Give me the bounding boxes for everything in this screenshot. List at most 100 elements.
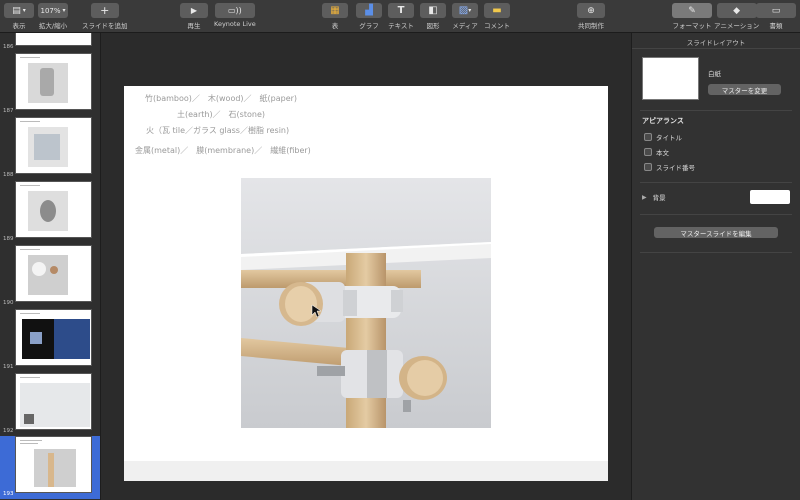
keynote-live-control[interactable]: ▭)) Keynote Live <box>214 3 256 28</box>
chart-button[interactable]: ▟ <box>356 3 382 18</box>
text-button[interactable]: T <box>388 3 414 18</box>
zoom-label: 拡大/縮小 <box>38 22 68 30</box>
media-label: メディア <box>452 22 478 30</box>
slide-thumb-189[interactable]: 189 <box>0 181 100 244</box>
slide-number: 193 <box>3 491 14 497</box>
shape-button[interactable]: ◧ <box>420 3 446 18</box>
slide-thumb-192[interactable]: 192 <box>0 373 100 436</box>
checkbox-box[interactable] <box>644 148 652 156</box>
body-checkbox[interactable]: 本文 <box>644 147 669 157</box>
background-label: 背景 <box>652 194 666 202</box>
slide-thumbnail <box>15 309 92 366</box>
chart-icon: ▟ <box>365 5 373 16</box>
play-button[interactable]: ▶ <box>180 3 208 18</box>
slide-thumbnail <box>15 436 92 493</box>
slide-thumb-188[interactable]: 188 <box>0 117 100 180</box>
slide-thumb-186[interactable]: 186 <box>0 33 100 52</box>
document-button[interactable]: ▭ <box>756 3 796 18</box>
collaborate-control[interactable]: ⊕ 共同制作 <box>577 3 605 30</box>
format-button[interactable]: ✎ <box>672 3 712 18</box>
slide-number: 189 <box>3 236 14 242</box>
slide-thumbnail <box>15 245 92 302</box>
edit-master-slide-button[interactable]: マスタースライドを編集 <box>654 227 778 238</box>
toolbar: ▤ ▾ 表示 107% ▾ 拡大/縮小 + スライドを追加 ▶ 再生 ▭)) Key… <box>0 0 800 33</box>
chevron-down-icon: ▾ <box>468 7 472 14</box>
media-control[interactable]: ▨ ▾ メディア <box>452 3 478 30</box>
slide-thumbnail <box>15 117 92 174</box>
slide-footer-band <box>124 461 608 481</box>
animate-button[interactable]: ◆ <box>716 3 757 18</box>
slide-text-line-3[interactable]: 火（瓦 tile／ガラス glass／樹脂 resin) <box>146 125 289 136</box>
shape-label: 図形 <box>426 22 440 30</box>
comment-button[interactable]: ▬ <box>484 3 510 18</box>
media-button[interactable]: ▨ ▾ <box>452 3 478 18</box>
appearance-title: アピアランス <box>642 117 684 125</box>
inspector-title: スライドレイアウト <box>686 39 746 47</box>
animate-label: アニメーション <box>714 22 760 30</box>
background-disclosure[interactable]: ▶ 背景 <box>642 192 666 203</box>
comment-control[interactable]: ▬ コメント <box>484 3 510 30</box>
chart-control[interactable]: ▟ グラフ <box>356 3 382 30</box>
slide-canvas[interactable]: 竹(bamboo)／ 木(wood)／ 紙(paper) 土(earth)／ 石… <box>101 33 631 500</box>
slide-navigator: 186 187 188 189 190 191 192 193 <box>0 33 101 500</box>
keynote-live-icon: ▭)) <box>227 6 242 15</box>
chart-label: グラフ <box>359 22 379 30</box>
slide-text-line-2[interactable]: 土(earth)／ 石(stone) <box>177 109 265 120</box>
divider <box>640 214 792 215</box>
shape-icon: ◧ <box>428 5 438 16</box>
view-control[interactable]: ▤ ▾ 表示 <box>4 3 34 30</box>
joint-photo[interactable] <box>241 178 491 428</box>
add-slide-control[interactable]: + スライドを追加 <box>82 3 128 30</box>
zoom-select[interactable]: 107% ▾ <box>38 3 68 18</box>
slide-thumb-191[interactable]: 191 <box>0 309 100 372</box>
table-control[interactable]: ▦ 表 <box>322 3 348 30</box>
text-control[interactable]: T テキスト <box>388 3 414 30</box>
checkbox-box[interactable] <box>644 133 652 141</box>
chevron-down-icon: ▾ <box>62 7 66 14</box>
table-icon: ▦ <box>330 5 340 16</box>
slide-thumb-187[interactable]: 187 <box>0 53 100 116</box>
slide-thumbnail <box>15 181 92 238</box>
slide-text-line-1[interactable]: 竹(bamboo)／ 木(wood)／ 紙(paper) <box>145 93 297 104</box>
slide-thumbnail <box>15 33 92 46</box>
media-icon: ▨ <box>458 5 469 16</box>
text-label: テキスト <box>388 22 414 30</box>
keynote-live-button[interactable]: ▭)) <box>214 3 255 18</box>
checkbox-box[interactable] <box>644 163 652 171</box>
plus-icon: + <box>100 4 110 17</box>
disclosure-triangle-icon[interactable]: ▶ <box>642 194 647 201</box>
slide-number-checkbox[interactable]: スライド番号 <box>644 162 695 172</box>
divider <box>632 48 800 49</box>
title-checkbox[interactable]: タイトル <box>644 132 682 142</box>
change-master-button[interactable]: マスターを変更 <box>708 84 781 95</box>
document-control[interactable]: ▭ 書類 <box>756 3 796 30</box>
format-label: フォーマット <box>672 22 712 30</box>
shape-control[interactable]: ◧ 図形 <box>420 3 446 30</box>
comment-label: コメント <box>484 22 510 30</box>
view-button[interactable]: ▤ ▾ <box>4 3 34 18</box>
sidebar-view-icon: ▤ <box>12 5 21 16</box>
slide-thumb-190[interactable]: 190 <box>0 245 100 308</box>
slide-number: 186 <box>3 44 14 50</box>
background-color-well[interactable] <box>750 190 790 204</box>
collaborate-button[interactable]: ⊕ <box>577 3 605 18</box>
table-button[interactable]: ▦ <box>322 3 348 18</box>
collaborate-icon: ⊕ <box>587 5 595 16</box>
current-slide[interactable]: 竹(bamboo)／ 木(wood)／ 紙(paper) 土(earth)／ 石… <box>124 86 608 481</box>
title-checkbox-label: タイトル <box>656 134 682 142</box>
format-control[interactable]: ✎ フォーマット <box>672 3 712 30</box>
comment-icon: ▬ <box>492 5 502 16</box>
slide-number: 192 <box>3 428 14 434</box>
view-label: 表示 <box>12 22 26 30</box>
document-label: 書類 <box>769 22 783 30</box>
zoom-control[interactable]: 107% ▾ 拡大/縮小 <box>38 3 68 30</box>
animate-control[interactable]: ◆ アニメーション <box>714 3 759 30</box>
slide-thumb-193[interactable]: 193 <box>0 436 100 499</box>
add-slide-button[interactable]: + <box>90 3 119 18</box>
slide-text-line-4[interactable]: 金属(metal)／ 膜(membrane)／ 繊維(fiber) <box>135 145 311 156</box>
master-thumbnail[interactable] <box>642 57 699 100</box>
collaborate-label: 共同制作 <box>578 22 604 30</box>
divider <box>640 110 792 111</box>
play-control[interactable]: ▶ 再生 <box>180 3 208 30</box>
joint-photo-image <box>241 178 491 428</box>
